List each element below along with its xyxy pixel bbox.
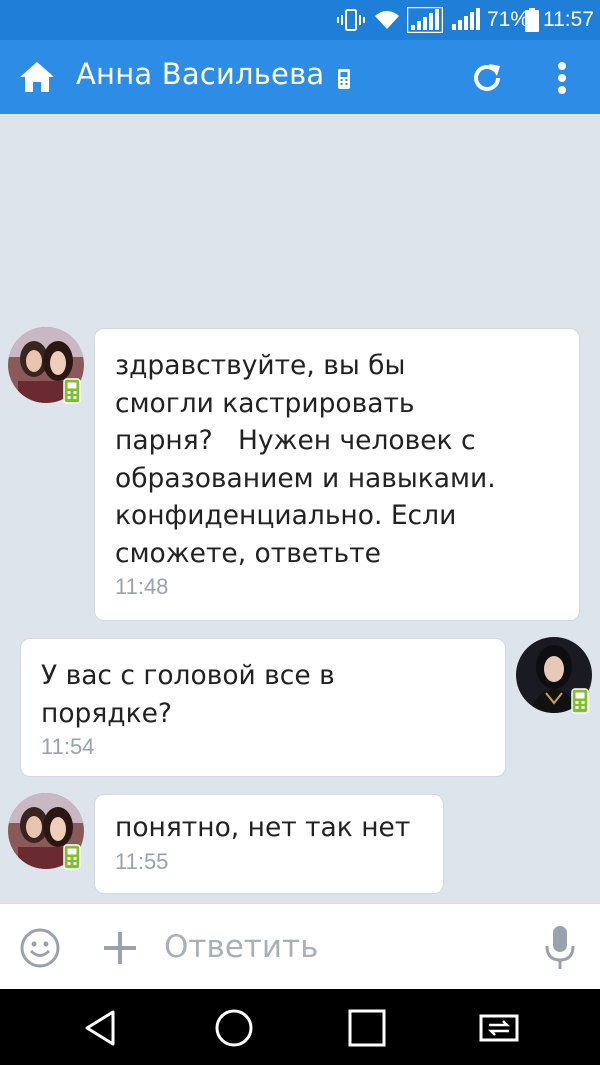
more-vert-icon [558, 62, 566, 94]
message-bubble[interactable]: У вас с головой все в порядке? 11:54 [20, 638, 506, 777]
message-line: сможете, ответьте [115, 537, 381, 569]
wifi-icon [372, 8, 402, 32]
message-line: понятно, нет так нет [115, 812, 411, 843]
vibrate-icon [336, 8, 366, 32]
message-bubble[interactable]: здравствуйте, вы бы смогли кастрировать … [94, 328, 580, 621]
attach-button[interactable] [100, 926, 140, 970]
app-bar: Анна Васильева [0, 40, 600, 114]
recents-button[interactable] [344, 1005, 390, 1051]
message-line: образованием и навыками. [115, 462, 496, 494]
system-nav-bar [0, 989, 600, 1065]
plus-icon [104, 932, 136, 964]
home-icon [20, 62, 54, 92]
message-line: смогли кастрировать [115, 387, 415, 419]
mobile-phone-icon [337, 68, 351, 94]
chat-title: Анна Васильева [76, 57, 325, 91]
signal-icon-2 [450, 8, 484, 32]
battery-icon [525, 8, 539, 32]
refresh-icon [474, 64, 500, 91]
emoji-icon [20, 928, 60, 968]
refresh-button[interactable] [463, 54, 511, 102]
reply-input[interactable] [164, 922, 504, 972]
home-button[interactable] [14, 54, 60, 100]
message-time: 11:48 [115, 574, 169, 599]
battery-percent: 71% [487, 8, 530, 31]
mobile-phone-icon [63, 844, 81, 870]
mobile-phone-icon [571, 688, 589, 714]
status-time: 11:57 [543, 8, 594, 31]
back-icon [85, 1010, 115, 1046]
back-button[interactable] [78, 1005, 124, 1051]
message-bubble[interactable]: понятно, нет так нет 11:55 [94, 794, 444, 894]
microphone-icon [545, 926, 575, 969]
home-circle-icon [215, 1009, 253, 1047]
message-line: здравствуйте, вы бы [115, 350, 406, 381]
message-time: 11:54 [41, 734, 95, 759]
switch-sim-icon [479, 1014, 519, 1042]
signal-icon [407, 7, 443, 33]
message-line: У вас с головой все в [41, 660, 335, 691]
status-bar: 71% 11:57 [0, 0, 600, 40]
mobile-phone-icon [63, 378, 81, 404]
message-line: парня? Нужен человек с [115, 425, 476, 456]
switch-sim-button[interactable] [476, 1005, 522, 1051]
message-line: конфиденциально. Если [115, 500, 457, 531]
message-line: порядке? [41, 697, 172, 729]
microphone-button[interactable] [540, 924, 580, 972]
message-time: 11:55 [115, 848, 169, 874]
reply-composer [0, 903, 600, 989]
emoji-button[interactable] [18, 926, 62, 970]
more-menu-button[interactable] [540, 54, 584, 102]
recents-icon [348, 1009, 386, 1047]
home-nav-button[interactable] [211, 1005, 257, 1051]
